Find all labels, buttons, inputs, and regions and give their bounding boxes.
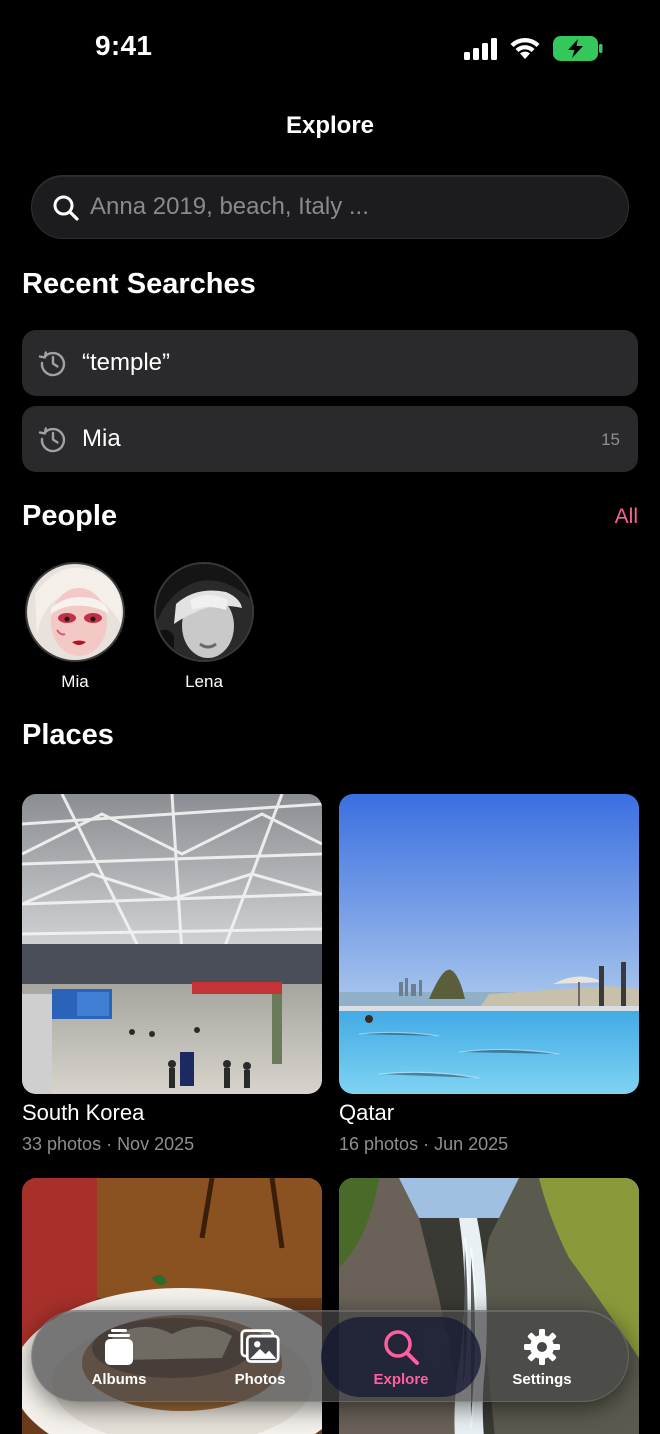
- search-icon: [53, 195, 79, 221]
- wifi-icon: [510, 37, 540, 59]
- people-all-link[interactable]: All: [615, 505, 638, 529]
- avatar: [154, 562, 254, 662]
- person-lena[interactable]: Lena: [153, 562, 255, 692]
- person-name: Lena: [185, 672, 223, 691]
- recent-search-item[interactable]: “temple”: [22, 330, 638, 396]
- history-icon: [38, 427, 66, 453]
- gear-icon: [524, 1329, 560, 1365]
- place-name: South Korea: [22, 1100, 145, 1125]
- albums-icon: [105, 1329, 133, 1365]
- tab-label: Settings: [512, 1371, 572, 1388]
- photos-icon: [240, 1329, 280, 1363]
- place-thumbnail: [22, 794, 322, 1094]
- status-time: 9:41: [95, 30, 153, 61]
- person-name: Mia: [61, 672, 89, 691]
- cellular-signal-icon: [464, 38, 497, 60]
- avatar: [25, 562, 125, 662]
- tab-label: Albums: [91, 1371, 147, 1388]
- people-heading: People: [22, 500, 118, 532]
- recent-search-label: “temple”: [82, 349, 171, 376]
- tab-explore[interactable]: Explore: [321, 1317, 481, 1397]
- tab-settings[interactable]: Settings: [471, 1311, 613, 1403]
- recent-search-label: Mia: [82, 425, 121, 452]
- tab-albums[interactable]: Albums: [48, 1311, 190, 1403]
- page-title: Explore: [285, 112, 375, 139]
- search-input[interactable]: [90, 176, 610, 238]
- tab-label: Photos: [234, 1371, 286, 1388]
- recent-searches-heading: Recent Searches: [22, 268, 256, 300]
- tab-bar: Albums Photos Explore Settings: [31, 1310, 629, 1402]
- tab-photos[interactable]: Photos: [189, 1311, 331, 1403]
- places-heading: Places: [22, 719, 114, 751]
- status-bar: 9:41: [0, 0, 660, 96]
- recent-search-count: 15: [601, 430, 620, 449]
- place-card-qatar[interactable]: Qatar 16 photos · Jun 2025: [339, 794, 639, 1155]
- battery-charging-icon: [553, 36, 603, 61]
- place-name: Qatar: [339, 1100, 395, 1125]
- tab-label: Explore: [373, 1371, 429, 1388]
- place-card-south-korea[interactable]: South Korea 33 photos · Nov 2025: [22, 794, 322, 1155]
- place-meta: 16 photos · Jun 2025: [339, 1134, 509, 1154]
- search-icon: [384, 1330, 419, 1365]
- place-meta: 33 photos · Nov 2025: [22, 1134, 195, 1154]
- place-thumbnail: [339, 794, 639, 1094]
- recent-search-item[interactable]: Mia 15: [22, 406, 638, 472]
- history-icon: [38, 351, 66, 377]
- search-field[interactable]: [31, 175, 629, 239]
- person-mia[interactable]: Mia: [24, 562, 126, 692]
